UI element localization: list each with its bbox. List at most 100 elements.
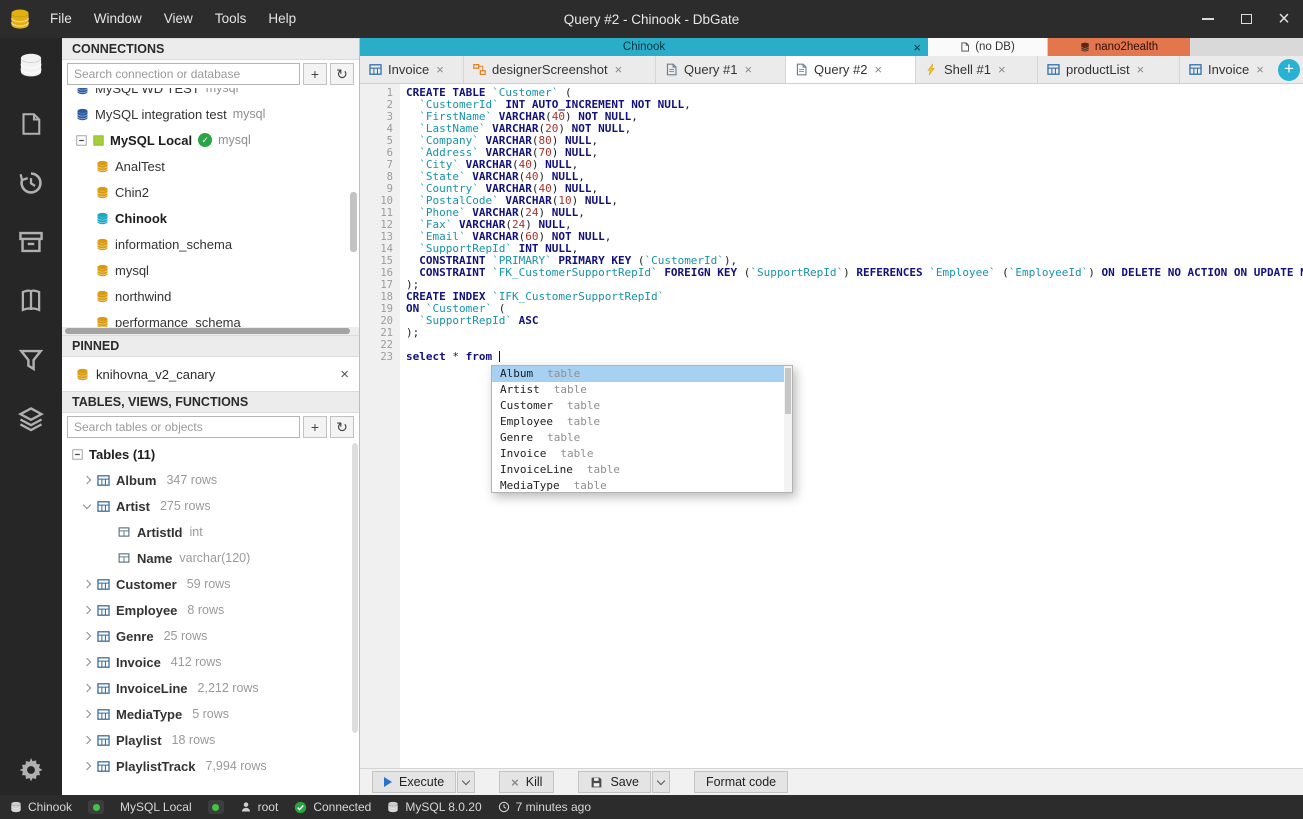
close-tab-button[interactable]: × (436, 62, 444, 77)
tab-invoice[interactable]: Invoice × (360, 56, 464, 83)
tables-group-row[interactable]: Tables (11) (62, 441, 359, 467)
connections-scrollbar[interactable] (350, 192, 357, 252)
chevron-right-icon[interactable] (82, 475, 92, 485)
connection-item-mysql[interactable]: mysql (62, 257, 359, 283)
row-count: 7,994 rows (205, 759, 267, 773)
autocomplete-item-employee[interactable]: Employee table (492, 414, 792, 430)
tab-query-1[interactable]: Query #1 × (656, 56, 786, 83)
sql-editor[interactable]: 1 2 3 4 5 6 7 8 9 10 11 12 13 14 15 16 17 18 19 20 21 22 23 CR… (360, 84, 1303, 768)
db-tab--no-db-[interactable]: (no DB) (928, 38, 1048, 56)
close-button[interactable]: × (1265, 0, 1303, 38)
chevron-right-icon[interactable] (82, 631, 92, 641)
connection-item-northwind[interactable]: northwind (62, 283, 359, 309)
table-row-artist[interactable]: Artist 275 rows (62, 493, 359, 519)
table-row-employee[interactable]: Employee 8 rows (62, 597, 359, 623)
column-row-artistid[interactable]: ArtistId int (62, 519, 359, 545)
menu-view[interactable]: View (153, 0, 204, 38)
connection-item-chin2[interactable]: Chin2 (62, 179, 359, 205)
maximize-button[interactable] (1227, 0, 1265, 38)
execute-dropdown-button[interactable] (457, 771, 476, 793)
autocomplete-item-mediatype[interactable]: MediaType table (492, 478, 792, 492)
chevron-right-icon[interactable] (82, 761, 92, 771)
tab-productlist[interactable]: productList × (1038, 56, 1180, 83)
table-icon (97, 604, 110, 617)
table-row-playlisttrack[interactable]: PlaylistTrack 7,994 rows (62, 753, 359, 779)
autocomplete-scrollbar[interactable] (784, 366, 792, 492)
table-row-genre[interactable]: Genre 25 rows (62, 623, 359, 649)
save-dropdown-button[interactable] (651, 771, 670, 793)
connections-search-input[interactable] (67, 63, 300, 85)
format-code-button[interactable]: Format code (693, 771, 789, 793)
save-button[interactable]: Save (578, 771, 651, 793)
database-tab-strip: Chinook × (no DB) nano2health (360, 38, 1303, 56)
add-table-button[interactable]: + (303, 416, 327, 438)
connection-item-mysql-integration-test[interactable]: MySQL integration test mysql (62, 101, 359, 127)
autocomplete-item-genre[interactable]: Genre table (492, 430, 792, 446)
table-row-customer[interactable]: Customer 59 rows (62, 571, 359, 597)
table-row-playlist[interactable]: Playlist 18 rows (62, 727, 359, 753)
close-tab-button[interactable]: × (744, 62, 752, 77)
connection-item-chinook[interactable]: Chinook (62, 205, 359, 231)
user-icon (240, 801, 252, 813)
menu-help[interactable]: Help (257, 0, 307, 38)
tab-query-2[interactable]: Query #2 × (786, 56, 916, 83)
tables-search-input[interactable] (67, 416, 300, 438)
close-tab-button[interactable]: × (615, 62, 623, 77)
close-tab-button[interactable]: × (1256, 62, 1264, 77)
close-tab-button[interactable]: × (1137, 62, 1145, 77)
new-tab-button[interactable]: + (1278, 59, 1300, 81)
rail-files-button[interactable] (16, 109, 46, 139)
close-tab-button[interactable]: × (998, 62, 1006, 77)
db-tab-nano2health[interactable]: nano2health (1048, 38, 1190, 56)
menu-window[interactable]: Window (83, 0, 153, 38)
connections-hscrollbar[interactable] (62, 327, 359, 335)
table-row-invoice[interactable]: Invoice 412 rows (62, 649, 359, 675)
table-row-mediatype[interactable]: MediaType 5 rows (62, 701, 359, 727)
db-tab-chinook[interactable]: Chinook × (360, 38, 928, 56)
kill-button[interactable]: × Kill (499, 771, 555, 793)
rail-plugins-layers-button[interactable] (16, 404, 46, 434)
autocomplete-item-invoice[interactable]: Invoice table (492, 446, 792, 462)
rail-favorites-book-button[interactable] (16, 286, 46, 316)
connection-item-mysql-wd-test[interactable]: MySQL WD TEST mysql (62, 88, 359, 101)
database-icon (96, 160, 109, 173)
tab-shell-1[interactable]: Shell #1 × (916, 56, 1038, 83)
table-row-invoiceline[interactable]: InvoiceLine 2,212 rows (62, 675, 359, 701)
refresh-tables-button[interactable]: ↻ (330, 416, 354, 438)
pinned-item-knihovna_v2_canary[interactable]: knihovna_v2_canary × (62, 357, 359, 391)
collapse-box-icon (72, 448, 83, 460)
rail-filter-funnel-button[interactable] (16, 345, 46, 375)
add-connection-button[interactable]: + (303, 63, 327, 85)
menu-tools[interactable]: Tools (204, 0, 258, 38)
connection-item-mysql-local[interactable]: MySQL Local ✓ mysql (62, 127, 359, 153)
autocomplete-item-invoiceline[interactable]: InvoiceLine table (492, 462, 792, 478)
table-label: Customer (116, 576, 177, 592)
connection-item-analtest[interactable]: AnalTest (62, 153, 359, 179)
minimize-button[interactable] (1189, 0, 1227, 38)
column-row-name[interactable]: Name varchar(120) (62, 545, 359, 571)
rail-connections-button[interactable] (16, 50, 46, 80)
rail-archive-button[interactable] (16, 227, 46, 257)
tab-designerscreenshot[interactable]: designerScreenshot × (464, 56, 656, 83)
chevron-right-icon[interactable] (82, 657, 92, 667)
chevron-right-icon[interactable] (82, 579, 92, 589)
chevron-right-icon[interactable] (82, 605, 92, 615)
autocomplete-item-artist[interactable]: Artist table (492, 382, 792, 398)
close-tab-button[interactable]: × (874, 62, 882, 77)
refresh-connections-button[interactable]: ↻ (330, 63, 354, 85)
rail-settings-button[interactable] (16, 755, 46, 785)
tables-scrollbar[interactable] (352, 443, 358, 734)
chevron-down-icon[interactable] (82, 500, 92, 509)
chevron-right-icon[interactable] (82, 735, 92, 745)
execute-button[interactable]: Execute (372, 771, 457, 793)
table-row-album[interactable]: Album 347 rows (62, 467, 359, 493)
close-db-tab-button[interactable]: × (913, 40, 921, 55)
autocomplete-item-album[interactable]: Album table (492, 366, 792, 382)
autocomplete-item-customer[interactable]: Customer table (492, 398, 792, 414)
chevron-right-icon[interactable] (82, 683, 92, 693)
rail-history-button[interactable] (16, 168, 46, 198)
menu-file[interactable]: File (39, 0, 83, 38)
unpin-button[interactable]: × (340, 366, 349, 383)
connection-item-information-schema[interactable]: information_schema (62, 231, 359, 257)
chevron-right-icon[interactable] (82, 709, 92, 719)
